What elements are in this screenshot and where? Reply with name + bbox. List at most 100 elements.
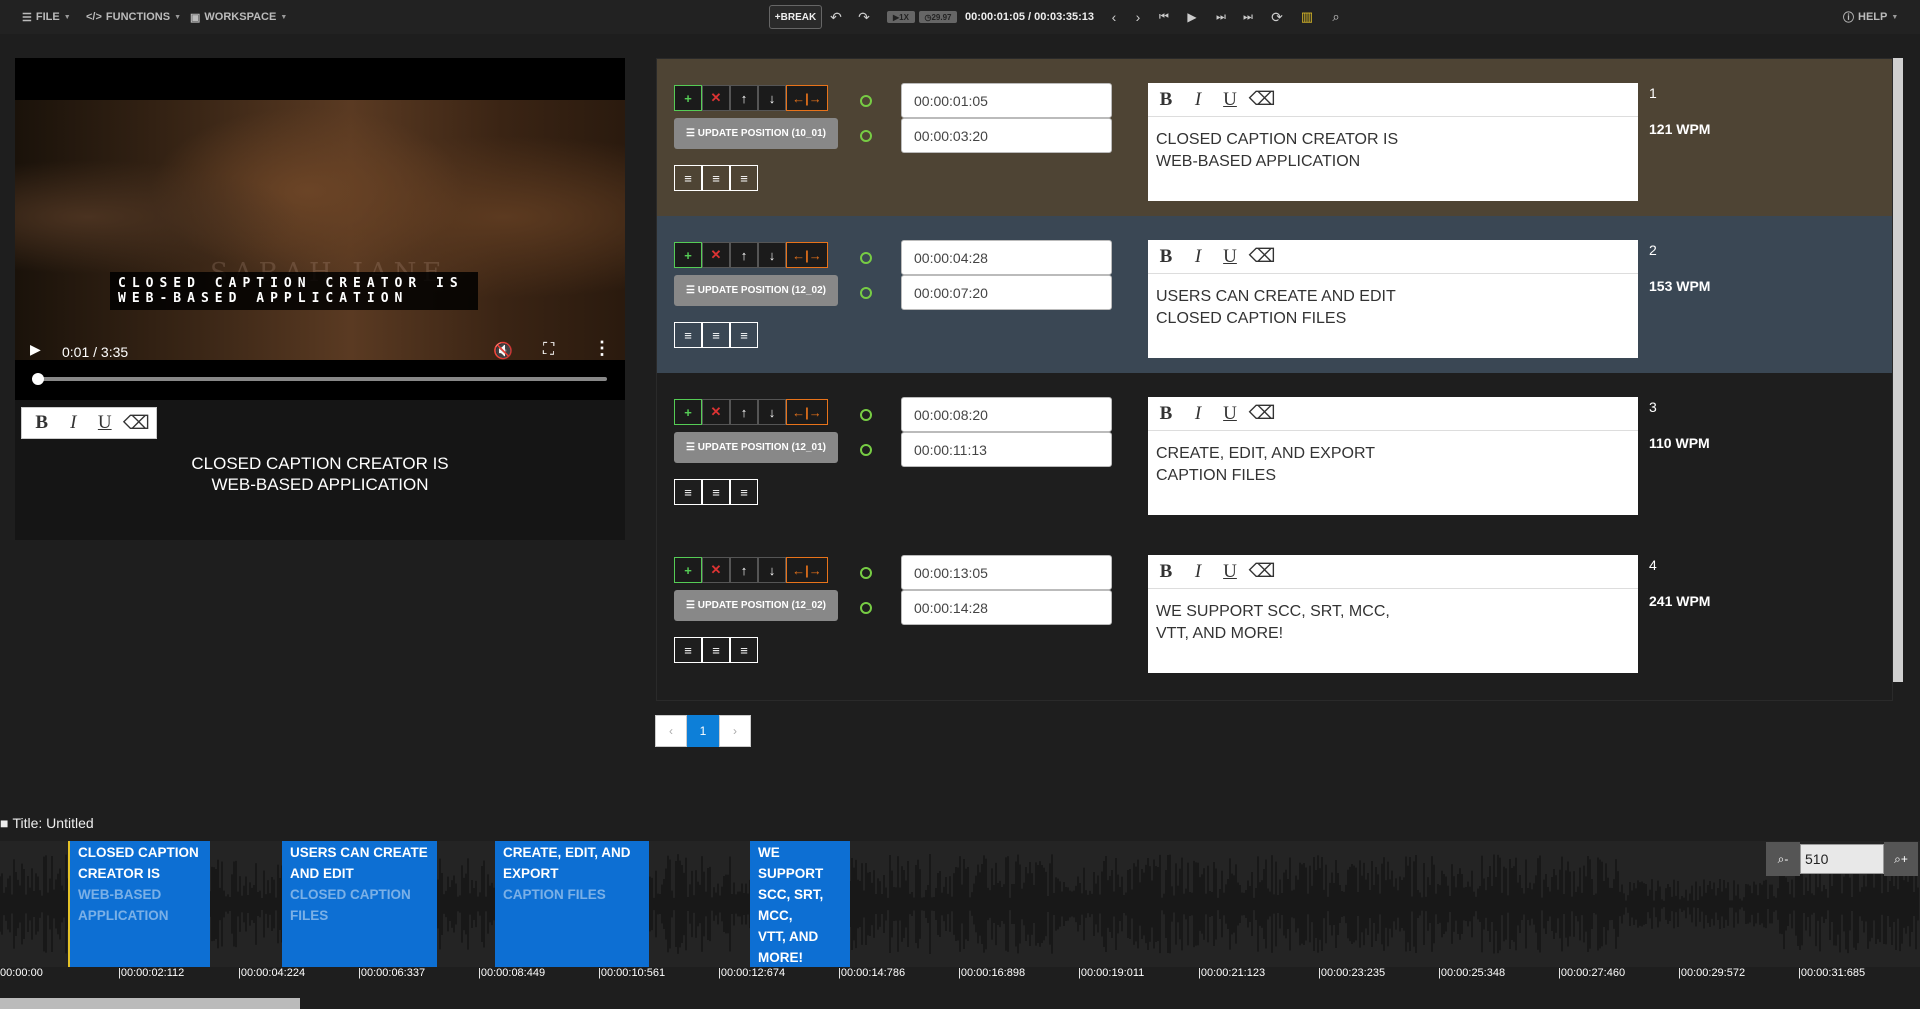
search-icon[interactable]: ⌕ [1327, 0, 1345, 34]
add-caption-button[interactable]: + [674, 399, 702, 425]
update-position-button[interactable]: ☰ UPDATE POSITION (12_02) [674, 275, 838, 306]
move-up-button[interactable]: ↑ [730, 85, 758, 111]
timeline-scrollbar[interactable] [0, 998, 300, 1009]
align-center-icon[interactable]: ≡ [702, 165, 730, 191]
caption-text[interactable]: CREATE, EDIT, AND EXPORT CAPTION FILES [1156, 443, 1375, 487]
more-options-icon[interactable]: ⋮ [593, 338, 611, 359]
start-time-input[interactable]: 00:00:13:05 [901, 555, 1112, 590]
next-page-button[interactable]: › [719, 715, 751, 747]
italic-button[interactable]: I [58, 412, 90, 434]
timeline-cue[interactable]: WE SUPPORT SCC, SRT, MCC, VTT, AND MORE! [750, 841, 850, 967]
add-caption-button[interactable]: + [674, 557, 702, 583]
next-icon[interactable]: › [1130, 0, 1146, 34]
split-merge-button[interactable]: ←|→ [786, 85, 828, 111]
split-merge-button[interactable]: ←|→ [786, 242, 828, 268]
redo-icon[interactable]: ↷ [856, 0, 872, 34]
functions-menu[interactable]: </> FUNCTIONS ▼ [86, 0, 181, 34]
align-left-icon[interactable]: ≡ [674, 637, 702, 663]
caption-text[interactable]: WE SUPPORT SCC, SRT, MCC, VTT, AND MORE! [1156, 601, 1390, 645]
add-caption-button[interactable]: + [674, 242, 702, 268]
muted-speaker-icon[interactable]: 🔇 [493, 341, 513, 361]
underline-button[interactable]: U [1214, 403, 1246, 425]
caption-text[interactable]: USERS CAN CREATE AND EDIT CLOSED CAPTION… [1156, 286, 1396, 330]
help-menu[interactable]: ⓘ HELP ▼ [1843, 0, 1898, 34]
previous-icon[interactable]: ‹ [1106, 0, 1122, 34]
timeline-cue[interactable]: CREATE, EDIT, AND EXPORT CAPTION FILES [495, 841, 649, 967]
update-position-button[interactable]: ☰ UPDATE POSITION (12_02) [674, 590, 838, 621]
italic-button[interactable]: I [1182, 561, 1214, 583]
underline-button[interactable]: U [1214, 246, 1246, 268]
move-down-button[interactable]: ↓ [758, 399, 786, 425]
clock-icon[interactable] [860, 409, 872, 421]
caption-editor[interactable]: B I U ⌫ CREATE, EDIT, AND EXPORT CAPTION… [1148, 397, 1638, 515]
move-up-button[interactable]: ↑ [730, 557, 758, 583]
align-right-icon[interactable]: ≡ [730, 479, 758, 505]
seek-knob[interactable] [31, 373, 44, 385]
clock-icon[interactable] [860, 130, 872, 142]
workspace-menu[interactable]: ▣ WORKSPACE ▼ [190, 0, 287, 34]
delete-caption-button[interactable]: ✕ [702, 85, 730, 111]
move-up-button[interactable]: ↑ [730, 399, 758, 425]
loop-icon[interactable]: ⟳ [1268, 0, 1286, 34]
clock-icon[interactable] [860, 567, 872, 579]
eraser-icon[interactable]: ⌫ [1246, 560, 1278, 583]
end-time-input[interactable]: 00:00:07:20 [901, 275, 1112, 310]
align-center-icon[interactable]: ≡ [702, 637, 730, 663]
video-player[interactable]: SARAH-JANE CLOSED CAPTION CREATOR IS WEB… [15, 58, 625, 400]
skip-start-icon[interactable]: ⏮ [1156, 0, 1172, 34]
delete-caption-button[interactable]: ✕ [702, 242, 730, 268]
clock-icon[interactable] [860, 602, 872, 614]
split-merge-button[interactable]: ←|→ [786, 399, 828, 425]
align-right-icon[interactable]: ≡ [730, 637, 758, 663]
clock-icon[interactable] [860, 95, 872, 107]
start-time-input[interactable]: 00:00:04:28 [901, 240, 1112, 275]
bold-button[interactable]: B [26, 412, 58, 434]
move-up-button[interactable]: ↑ [730, 242, 758, 268]
align-left-icon[interactable]: ≡ [674, 165, 702, 191]
timeline-cue[interactable]: CLOSED CAPTION CREATOR IS WEB-BASED APPLICA… [70, 841, 210, 967]
move-down-button[interactable]: ↓ [758, 557, 786, 583]
end-time-input[interactable]: 00:00:14:28 [901, 590, 1112, 625]
fullscreen-icon[interactable]: ⛶ [543, 341, 554, 359]
seek-bar[interactable] [31, 373, 607, 385]
eraser-icon[interactable]: ⌫ [1246, 245, 1278, 268]
skip-end-icon[interactable]: ⏭ [1240, 0, 1256, 34]
add-caption-button[interactable]: + [674, 85, 702, 111]
play-icon[interactable]: ▶ [1184, 0, 1200, 34]
update-position-button[interactable]: ☰ UPDATE POSITION (10_01) [674, 118, 838, 149]
caption-editor[interactable]: B I U ⌫ WE SUPPORT SCC, SRT, MCC, VTT, A… [1148, 555, 1638, 673]
file-menu[interactable]: ☰ FILE ▼ [22, 0, 71, 34]
end-time-input[interactable]: 00:00:11:13 [901, 432, 1112, 467]
bold-button[interactable]: B [1150, 403, 1182, 425]
delete-caption-button[interactable]: ✕ [702, 557, 730, 583]
caption-list-scrollbar[interactable] [1893, 58, 1903, 682]
align-center-icon[interactable]: ≡ [702, 479, 730, 505]
waveform-timeline[interactable]: CLOSED CAPTION CREATOR IS WEB-BASED APPLICA… [0, 841, 1920, 967]
eraser-icon[interactable]: ⌫ [121, 412, 153, 435]
play-icon[interactable]: ▶ [30, 341, 41, 358]
italic-button[interactable]: I [1182, 403, 1214, 425]
timeline-cue[interactable]: USERS CAN CREATE AND EDIT CLOSED CAPTION FI… [282, 841, 437, 967]
update-position-button[interactable]: ☰ UPDATE POSITION (12_01) [674, 432, 838, 463]
break-button[interactable]: + BREAK [769, 5, 822, 29]
fast-forward-icon[interactable]: ⏭ [1212, 0, 1230, 34]
underline-button[interactable]: U [1214, 89, 1246, 111]
eraser-icon[interactable]: ⌫ [1246, 88, 1278, 111]
zoom-in-icon[interactable]: ⌕+ [1884, 842, 1918, 876]
bold-button[interactable]: B [1150, 89, 1182, 111]
caption-editor[interactable]: B I U ⌫ CLOSED CAPTION CREATOR IS WEB-BA… [1148, 83, 1638, 201]
start-time-input[interactable]: 00:00:01:05 [901, 83, 1112, 118]
zoom-out-icon[interactable]: ⌕- [1766, 842, 1800, 876]
underline-button[interactable]: U [89, 412, 121, 434]
align-left-icon[interactable]: ≡ [674, 479, 702, 505]
prev-page-button[interactable]: ‹ [655, 715, 687, 747]
move-down-button[interactable]: ↓ [758, 85, 786, 111]
playhead[interactable] [68, 841, 70, 967]
split-merge-button[interactable]: ←|→ [786, 557, 828, 583]
caption-text[interactable]: CLOSED CAPTION CREATOR IS WEB-BASED APPL… [1156, 129, 1398, 173]
undo-icon[interactable]: ↶ [828, 0, 844, 34]
align-right-icon[interactable]: ≡ [730, 322, 758, 348]
italic-button[interactable]: I [1182, 89, 1214, 111]
underline-button[interactable]: U [1214, 561, 1246, 583]
map-icon[interactable]: ▥ [1298, 0, 1316, 34]
